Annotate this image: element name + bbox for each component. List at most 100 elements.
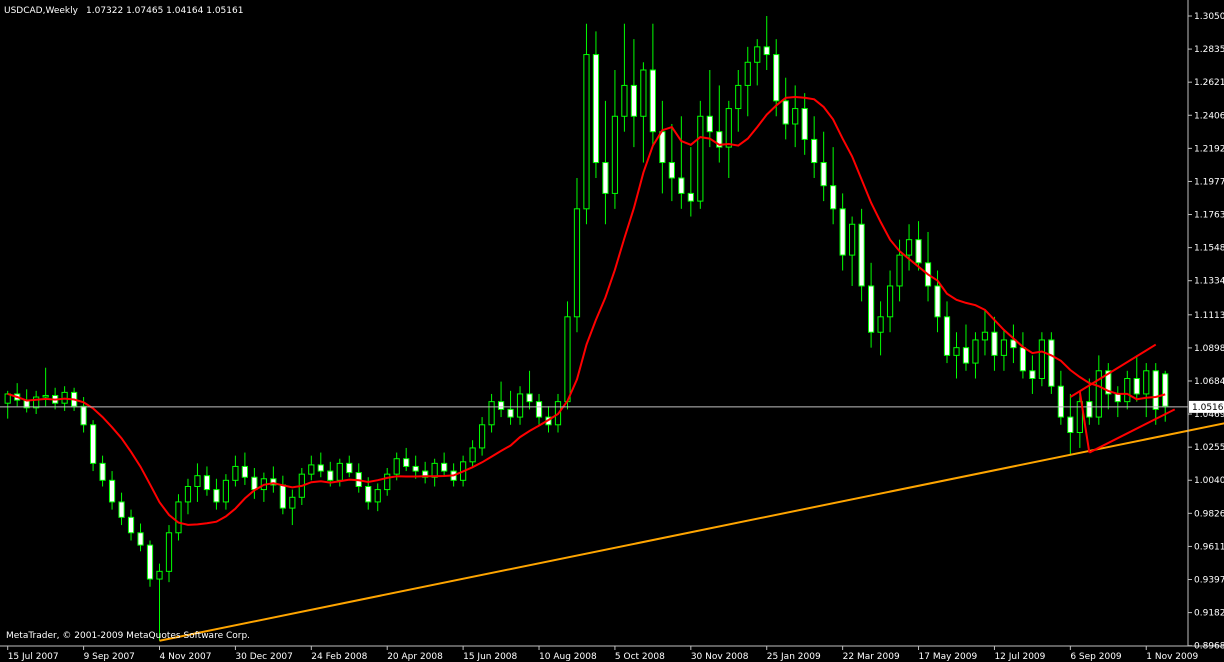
y-tick-label: 0.96115 xyxy=(1194,542,1224,552)
candle-body xyxy=(488,401,495,426)
candle-body xyxy=(877,316,884,333)
candle-body xyxy=(1029,370,1036,380)
candle-body xyxy=(725,108,732,148)
candle-body xyxy=(1143,370,1150,395)
candle-body xyxy=(289,496,296,509)
chart-ohlc-label: 1.07322 1.07465 1.04164 1.05161 xyxy=(86,6,243,16)
candle-body xyxy=(346,462,353,474)
candle-body xyxy=(659,131,666,164)
candle-body xyxy=(896,254,903,287)
y-tick-label: 0.89680 xyxy=(1194,642,1224,652)
candle-body xyxy=(497,401,505,410)
candle-body xyxy=(1000,339,1008,356)
candle-body xyxy=(403,458,410,467)
candle-body xyxy=(137,532,144,546)
candle-body xyxy=(317,464,324,472)
candle-body xyxy=(327,470,334,481)
candle-body xyxy=(535,401,543,418)
x-tick-label: 9 Sep 2007 xyxy=(84,652,135,662)
candle-body xyxy=(412,465,419,472)
x-tick-label: 25 Jan 2009 xyxy=(767,652,821,662)
candle-body xyxy=(602,162,609,194)
x-tick-label: 24 Feb 2008 xyxy=(311,652,367,662)
candle-body xyxy=(156,570,163,580)
candle-body xyxy=(1114,393,1121,403)
chart-background xyxy=(0,0,1224,662)
x-tick-label: 1 Nov 2009 xyxy=(1146,652,1198,662)
y-tick-label: 1.15485 xyxy=(1194,244,1224,254)
candle-body xyxy=(905,239,913,256)
candle-body xyxy=(127,516,135,534)
candle-body xyxy=(792,108,799,125)
candle-body xyxy=(1086,401,1093,418)
candle-body xyxy=(668,162,675,179)
candle-body xyxy=(1124,378,1131,403)
candle-body xyxy=(165,532,173,572)
candle-body xyxy=(194,475,201,487)
candle-body xyxy=(867,285,875,333)
candle-body xyxy=(991,331,998,356)
candle-body xyxy=(108,479,116,503)
y-tick-label: 0.93970 xyxy=(1194,576,1224,586)
candle-body xyxy=(697,115,704,202)
candle-body xyxy=(573,208,581,318)
y-tick-label: 1.13340 xyxy=(1194,277,1224,287)
candle-body xyxy=(203,475,211,491)
candle-body xyxy=(336,462,343,481)
candle-body xyxy=(706,115,713,133)
copyright-label: MetaTrader, © 2001-2009 MetaQuotes Softw… xyxy=(6,631,250,641)
candle-body xyxy=(1152,370,1159,410)
candle-body xyxy=(943,316,951,356)
candle-body xyxy=(830,185,837,210)
candle-body xyxy=(611,115,619,194)
x-tick-label: 30 Nov 2008 xyxy=(691,652,749,662)
candle-body xyxy=(811,138,818,164)
candle-body xyxy=(213,489,220,503)
candle-body xyxy=(1057,385,1064,418)
candle-body xyxy=(801,108,808,140)
candle-body xyxy=(146,544,154,580)
candle-body xyxy=(678,177,685,194)
x-tick-label: 5 Oct 2008 xyxy=(615,652,665,662)
candle-body xyxy=(649,69,656,133)
candle-body xyxy=(507,408,514,418)
candle-body xyxy=(241,465,249,478)
y-tick-label: 1.02550 xyxy=(1194,443,1224,453)
candle-body xyxy=(232,465,239,481)
candle-body xyxy=(630,84,638,117)
candle-body xyxy=(735,84,742,110)
y-tick-label: 1.30500 xyxy=(1194,12,1224,22)
candle-body xyxy=(962,347,970,364)
y-tick-label: 1.06840 xyxy=(1194,377,1224,387)
candle-body xyxy=(1019,347,1027,372)
chart-symbol-label: USDCAD,Weekly xyxy=(4,6,79,16)
candle-body xyxy=(839,208,846,256)
candle-body xyxy=(858,223,865,287)
candle-body xyxy=(431,462,438,478)
candle-body xyxy=(621,84,628,117)
y-tick-label: 1.24065 xyxy=(1194,111,1224,121)
candle-body xyxy=(526,393,533,403)
candle-body xyxy=(773,54,780,102)
y-tick-label: 1.08985 xyxy=(1194,344,1224,354)
y-tick-label: 0.98260 xyxy=(1194,509,1224,519)
candle-body xyxy=(441,462,448,472)
candle-body xyxy=(175,501,182,534)
candle-body xyxy=(754,46,761,63)
x-tick-label: 12 Jul 2009 xyxy=(994,652,1045,662)
candle-body xyxy=(763,46,770,56)
x-tick-label: 10 Aug 2008 xyxy=(539,652,597,662)
candle-body xyxy=(1133,378,1140,395)
x-tick-label: 15 Jun 2008 xyxy=(463,652,517,662)
candle-body xyxy=(469,447,476,463)
candle-body xyxy=(365,485,372,503)
candle-body xyxy=(953,347,960,356)
y-tick-label: 1.17630 xyxy=(1194,211,1224,221)
candle-body xyxy=(592,54,600,164)
candle-body xyxy=(251,476,258,491)
candlestick-chart[interactable]: 1.30500 1.28355 1.26210 1.24065 1.21920 1.197… xyxy=(0,0,1224,662)
candle-body xyxy=(478,424,486,449)
candle-body xyxy=(374,489,381,503)
candle-body xyxy=(640,69,647,117)
candle-body xyxy=(972,339,979,364)
